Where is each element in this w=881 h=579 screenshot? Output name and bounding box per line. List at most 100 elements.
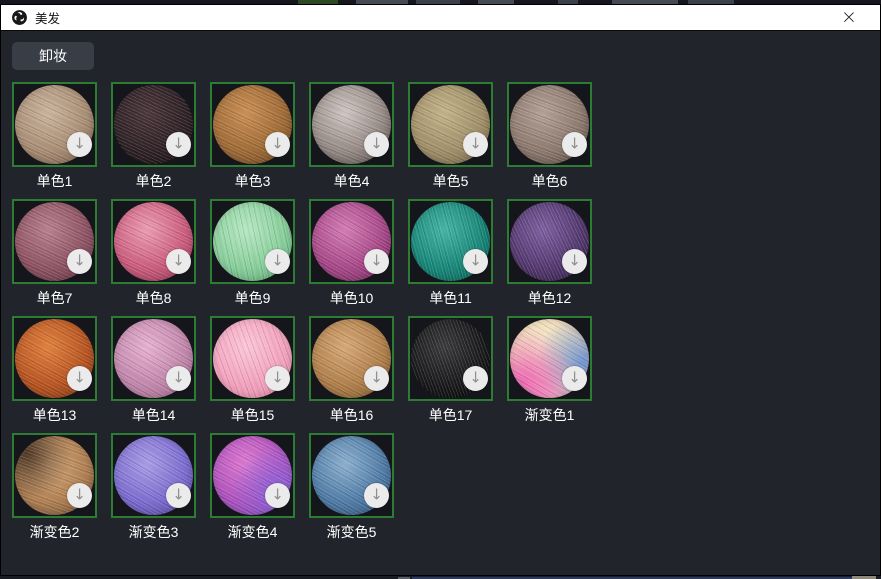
hair-color-item[interactable]: ↓ 单色8 — [111, 199, 196, 316]
hair-color-label: 单色7 — [12, 289, 97, 307]
download-button[interactable]: ↓ — [364, 366, 389, 391]
hair-color-label: 单色12 — [507, 289, 592, 307]
hair-color-thumbnail[interactable]: ↓ — [210, 316, 295, 401]
download-button[interactable]: ↓ — [265, 483, 290, 508]
hair-color-thumbnail[interactable]: ↓ — [111, 316, 196, 401]
hair-color-item[interactable]: ↓ 单色6 — [507, 82, 592, 199]
hair-color-item[interactable]: ↓ 单色12 — [507, 199, 592, 316]
hair-color-thumbnail[interactable]: ↓ — [507, 199, 592, 284]
hair-color-label: 单色4 — [309, 172, 394, 190]
hair-color-thumbnail[interactable]: ↓ — [309, 199, 394, 284]
download-arrow-icon: ↓ — [73, 371, 86, 386]
download-button[interactable]: ↓ — [166, 249, 191, 274]
download-arrow-icon: ↓ — [172, 254, 185, 269]
hair-color-thumbnail[interactable]: ↓ — [210, 82, 295, 167]
hair-color-item[interactable]: ↓ 单色15 — [210, 316, 295, 433]
hair-color-item[interactable]: ↓ 单色11 — [408, 199, 493, 316]
download-arrow-icon: ↓ — [370, 137, 383, 152]
download-button[interactable]: ↓ — [562, 249, 587, 274]
hair-color-item[interactable]: ↓ 单色2 — [111, 82, 196, 199]
download-button[interactable]: ↓ — [364, 132, 389, 157]
download-arrow-icon: ↓ — [370, 488, 383, 503]
hair-color-label: 单色9 — [210, 289, 295, 307]
hair-color-item[interactable]: ↓ 单色7 — [12, 199, 97, 316]
download-button[interactable]: ↓ — [265, 366, 290, 391]
hair-color-item[interactable]: ↓ 单色17 — [408, 316, 493, 433]
hair-color-label: 单色5 — [408, 172, 493, 190]
hair-color-item[interactable]: ↓ 渐变色2 — [12, 433, 97, 550]
hair-color-thumbnail[interactable]: ↓ — [309, 433, 394, 518]
hair-color-label: 单色8 — [111, 289, 196, 307]
hair-color-item[interactable]: ↓ 单色16 — [309, 316, 394, 433]
download-arrow-icon: ↓ — [370, 371, 383, 386]
remove-makeup-button[interactable]: 卸妆 — [12, 42, 94, 70]
hair-color-item[interactable]: ↓ 单色9 — [210, 199, 295, 316]
hair-color-item[interactable]: ↓ 渐变色5 — [309, 433, 394, 550]
hair-color-thumbnail[interactable]: ↓ — [507, 316, 592, 401]
download-button[interactable]: ↓ — [166, 483, 191, 508]
hair-color-thumbnail[interactable]: ↓ — [507, 82, 592, 167]
download-arrow-icon: ↓ — [172, 488, 185, 503]
hair-color-thumbnail[interactable]: ↓ — [111, 199, 196, 284]
download-button[interactable]: ↓ — [265, 132, 290, 157]
hair-color-label: 单色3 — [210, 172, 295, 190]
download-button[interactable]: ↓ — [67, 249, 92, 274]
download-arrow-icon: ↓ — [271, 137, 284, 152]
hair-color-thumbnail[interactable]: ↓ — [309, 316, 394, 401]
download-button[interactable]: ↓ — [67, 132, 92, 157]
hair-color-thumbnail[interactable]: ↓ — [309, 82, 394, 167]
hair-color-label: 单色17 — [408, 406, 493, 424]
download-arrow-icon: ↓ — [568, 137, 581, 152]
hair-color-label: 单色11 — [408, 289, 493, 307]
download-button[interactable]: ↓ — [364, 483, 389, 508]
hair-color-thumbnail[interactable]: ↓ — [12, 199, 97, 284]
download-button[interactable]: ↓ — [562, 366, 587, 391]
hair-color-thumbnail[interactable]: ↓ — [111, 433, 196, 518]
download-arrow-icon: ↓ — [469, 137, 482, 152]
hair-color-item[interactable]: ↓ 单色14 — [111, 316, 196, 433]
hair-color-item[interactable]: ↓ 渐变色3 — [111, 433, 196, 550]
download-arrow-icon: ↓ — [568, 371, 581, 386]
dialog-titlebar: 美发 × — [1, 5, 880, 31]
download-button[interactable]: ↓ — [364, 249, 389, 274]
download-arrow-icon: ↓ — [469, 254, 482, 269]
hair-color-thumbnail[interactable]: ↓ — [408, 82, 493, 167]
hair-color-grid: ↓ 单色1 ↓ 单色2 ↓ 单色3 ↓ 单色4 — [12, 82, 880, 550]
hair-color-item[interactable]: ↓ 单色10 — [309, 199, 394, 316]
hair-color-thumbnail[interactable]: ↓ — [210, 199, 295, 284]
hair-color-label: 单色1 — [12, 172, 97, 190]
download-button[interactable]: ↓ — [463, 249, 488, 274]
hair-color-item[interactable]: ↓ 渐变色1 — [507, 316, 592, 433]
hair-color-thumbnail[interactable]: ↓ — [210, 433, 295, 518]
hair-color-item[interactable]: ↓ 单色3 — [210, 82, 295, 199]
download-button[interactable]: ↓ — [166, 132, 191, 157]
download-button[interactable]: ↓ — [67, 366, 92, 391]
close-icon[interactable]: × — [834, 6, 864, 30]
download-button[interactable]: ↓ — [463, 366, 488, 391]
download-button[interactable]: ↓ — [265, 249, 290, 274]
hair-color-label: 单色16 — [309, 406, 394, 424]
download-arrow-icon: ↓ — [271, 254, 284, 269]
hair-color-item[interactable]: ↓ 单色4 — [309, 82, 394, 199]
download-button[interactable]: ↓ — [166, 366, 191, 391]
hair-color-thumbnail[interactable]: ↓ — [111, 82, 196, 167]
hair-color-item[interactable]: ↓ 单色1 — [12, 82, 97, 199]
download-button[interactable]: ↓ — [67, 483, 92, 508]
download-button[interactable]: ↓ — [562, 132, 587, 157]
hair-color-thumbnail[interactable]: ↓ — [408, 316, 493, 401]
hair-color-item[interactable]: ↓ 单色5 — [408, 82, 493, 199]
hair-color-item[interactable]: ↓ 单色13 — [12, 316, 97, 433]
download-arrow-icon: ↓ — [568, 254, 581, 269]
hair-color-item[interactable]: ↓ 渐变色4 — [210, 433, 295, 550]
hair-color-thumbnail[interactable]: ↓ — [12, 82, 97, 167]
hair-color-label: 渐变色4 — [210, 523, 295, 541]
hair-color-label: 单色13 — [12, 406, 97, 424]
download-arrow-icon: ↓ — [73, 488, 86, 503]
hair-color-label: 渐变色5 — [309, 523, 394, 541]
hair-color-thumbnail[interactable]: ↓ — [408, 199, 493, 284]
hair-color-label: 渐变色1 — [507, 406, 592, 424]
hair-color-thumbnail[interactable]: ↓ — [12, 316, 97, 401]
hair-color-thumbnail[interactable]: ↓ — [12, 433, 97, 518]
download-button[interactable]: ↓ — [463, 132, 488, 157]
hair-color-label: 单色14 — [111, 406, 196, 424]
